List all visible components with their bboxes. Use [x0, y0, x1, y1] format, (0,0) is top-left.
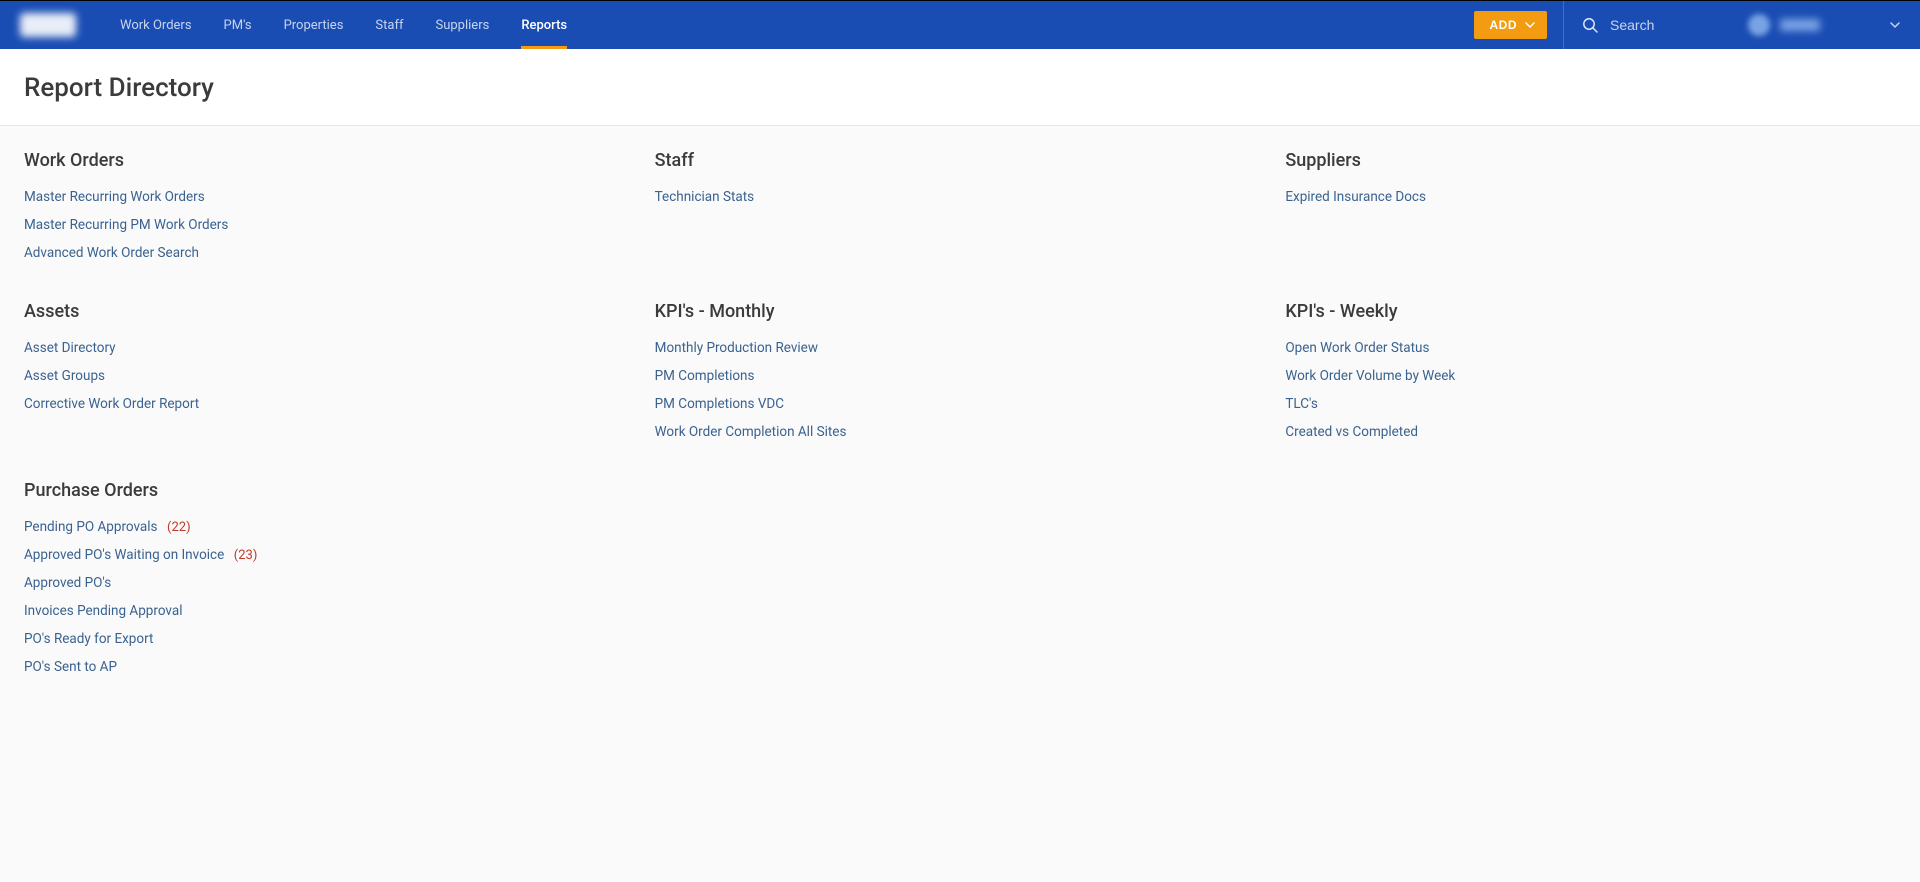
- report-link[interactable]: Work Order Volume by Week: [1285, 368, 1896, 384]
- nav-staff[interactable]: Staff: [359, 1, 419, 49]
- report-link[interactable]: PO's Ready for Export: [24, 631, 635, 647]
- report-links: Open Work Order Status Work Order Volume…: [1285, 340, 1896, 440]
- group-title: Assets: [24, 301, 635, 322]
- report-links: Monthly Production Review PM Completions…: [655, 340, 1266, 440]
- group-kpi-weekly: KPI's - Weekly Open Work Order Status Wo…: [1285, 301, 1896, 440]
- report-directory-content: Work Orders Master Recurring Work Orders…: [0, 126, 1920, 715]
- group-title: KPI's - Weekly: [1285, 301, 1896, 322]
- group-staff: Staff Technician Stats: [655, 150, 1266, 261]
- chevron-down-icon: [1525, 22, 1535, 28]
- group-title: Staff: [655, 150, 1266, 171]
- report-links: Expired Insurance Docs: [1285, 189, 1896, 205]
- nav-suppliers[interactable]: Suppliers: [420, 1, 506, 49]
- avatar: [1748, 14, 1770, 36]
- nav-pms[interactable]: PM's: [208, 1, 268, 49]
- report-links: Pending PO Approvals (22) Approved PO's …: [24, 519, 635, 675]
- report-link[interactable]: Approved PO's: [24, 575, 635, 591]
- report-links: Technician Stats: [655, 189, 1266, 205]
- top-nav-bar: Work Orders PM's Properties Staff Suppli…: [0, 0, 1920, 49]
- group-work-orders: Work Orders Master Recurring Work Orders…: [24, 150, 635, 261]
- group-title: Work Orders: [24, 150, 635, 171]
- group-purchase-orders: Purchase Orders Pending PO Approvals (22…: [24, 480, 635, 675]
- search-input[interactable]: [1610, 17, 1710, 33]
- report-link[interactable]: Technician Stats: [655, 189, 1266, 205]
- report-link[interactable]: Asset Groups: [24, 368, 635, 384]
- report-link[interactable]: Asset Directory: [24, 340, 635, 356]
- group-kpi-monthly: KPI's - Monthly Monthly Production Revie…: [655, 301, 1266, 440]
- page-header: Report Directory: [0, 49, 1920, 126]
- report-link[interactable]: Created vs Completed: [1285, 424, 1896, 440]
- report-link[interactable]: Advanced Work Order Search: [24, 245, 635, 261]
- report-link[interactable]: Master Recurring Work Orders: [24, 189, 635, 205]
- report-link[interactable]: Expired Insurance Docs: [1285, 189, 1896, 205]
- report-link[interactable]: Work Order Completion All Sites: [655, 424, 1266, 440]
- report-link[interactable]: Open Work Order Status: [1285, 340, 1896, 356]
- user-name: [1780, 19, 1820, 31]
- report-link[interactable]: PO's Sent to AP: [24, 659, 635, 675]
- count-badge: (23): [234, 548, 258, 563]
- group-assets: Assets Asset Directory Asset Groups Corr…: [24, 301, 635, 440]
- add-button-label: ADD: [1490, 18, 1518, 32]
- nav-items: Work Orders PM's Properties Staff Suppli…: [104, 1, 583, 49]
- logo[interactable]: [20, 13, 76, 37]
- nav-work-orders[interactable]: Work Orders: [104, 1, 208, 49]
- report-link[interactable]: Approved PO's Waiting on Invoice: [24, 547, 224, 563]
- report-link[interactable]: Corrective Work Order Report: [24, 396, 635, 412]
- report-links: Asset Directory Asset Groups Corrective …: [24, 340, 635, 412]
- nav-properties[interactable]: Properties: [268, 1, 360, 49]
- report-link[interactable]: PM Completions: [655, 368, 1266, 384]
- count-badge: (22): [167, 520, 191, 535]
- report-link[interactable]: Invoices Pending Approval: [24, 603, 635, 619]
- report-link[interactable]: PM Completions VDC: [655, 396, 1266, 412]
- group-title: Suppliers: [1285, 150, 1896, 171]
- report-link[interactable]: Monthly Production Review: [655, 340, 1266, 356]
- group-title: KPI's - Monthly: [655, 301, 1266, 322]
- report-link[interactable]: Pending PO Approvals: [24, 519, 158, 535]
- group-suppliers: Suppliers Expired Insurance Docs: [1285, 150, 1896, 261]
- user-menu[interactable]: [1734, 1, 1920, 49]
- report-link[interactable]: Master Recurring PM Work Orders: [24, 217, 635, 233]
- group-title: Purchase Orders: [24, 480, 635, 501]
- topbar-right: ADD: [1474, 1, 1920, 49]
- page-title: Report Directory: [24, 73, 1896, 103]
- search-icon: [1582, 17, 1598, 33]
- search-wrap[interactable]: [1564, 17, 1734, 33]
- chevron-down-icon: [1890, 22, 1900, 28]
- add-button[interactable]: ADD: [1474, 11, 1548, 39]
- nav-reports[interactable]: Reports: [505, 1, 583, 49]
- report-link[interactable]: TLC's: [1285, 396, 1896, 412]
- report-links: Master Recurring Work Orders Master Recu…: [24, 189, 635, 261]
